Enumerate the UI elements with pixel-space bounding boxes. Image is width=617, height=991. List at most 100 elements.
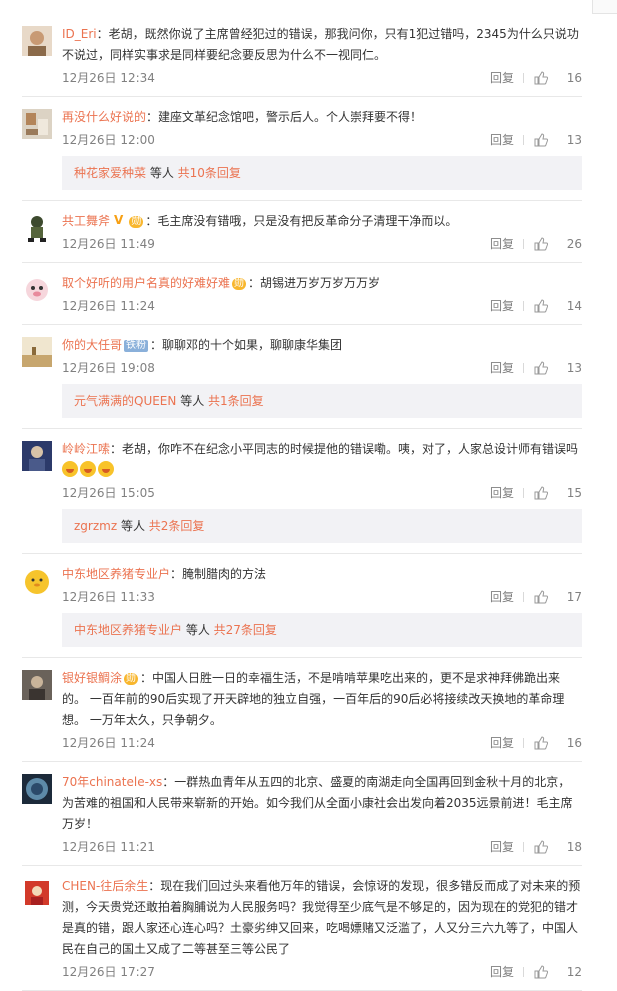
like-count: 26	[566, 237, 582, 251]
like-count: 16	[566, 736, 582, 750]
username-link[interactable]: 取个好听的用户名真的好难好难	[62, 276, 230, 290]
like-count: 17	[566, 590, 582, 604]
comment-item: 你的大任哥 铁粉 ：聊聊邓的十个如果，聊聊康华集团 12月26日 19:08 回复 …	[22, 325, 582, 429]
comment-time: 12月26日 15:05	[62, 486, 155, 500]
medal-badge: 勋	[232, 278, 247, 290]
comment-item: 中东地区养猪专业户：腌制腊肉的方法 12月26日 11:33 回复 17 中东地…	[22, 554, 582, 658]
divider	[523, 738, 524, 748]
sub-reply-mid: 等人	[182, 623, 214, 637]
comment-meta: 12月26日 11:33 回复 17	[62, 585, 582, 609]
comment-item: ID_Eri：老胡，既然你说了主席曾经犯过的错误，那我问你，只有1犯过错吗，23…	[22, 14, 582, 97]
comment-time: 12月26日 11:49	[62, 237, 155, 251]
sub-reply-total-link[interactable]: 共1条回复	[208, 394, 264, 408]
comment-time: 12月26日 17:27	[62, 965, 155, 979]
sub-reply-mid: 等人	[117, 519, 149, 533]
avatar-image	[22, 275, 52, 305]
avatar[interactable]	[22, 566, 52, 596]
reply-button[interactable]: 回复	[490, 960, 514, 984]
reply-button[interactable]: 回复	[490, 356, 514, 380]
reply-button[interactable]: 回复	[490, 835, 514, 859]
comment-content: ：建座文革纪念馆吧，警示后人。个人崇拜要不得！	[146, 110, 423, 124]
comment-item: CHEN-往后余生：现在我们回过头来看他万年的错误，会惊讶的发现，很多错反而成了…	[22, 866, 582, 991]
comment-item: 取个好听的用户名真的好难好难勋：胡锡进万岁万岁万万岁 12月26日 11:24 …	[22, 263, 582, 325]
comment-text: ID_Eri：老胡，既然你说了主席曾经犯过的错误，那我问你，只有1犯过错吗，23…	[62, 24, 582, 66]
comment-content: ：毛主席没有错哦，只是没有把反革命分子清理干净而以。	[145, 214, 458, 228]
comment-meta: 12月26日 17:27 回复 12	[62, 960, 582, 984]
avatar[interactable]	[22, 774, 52, 804]
sub-reply-user[interactable]: zgrzmz	[74, 519, 117, 533]
reply-button[interactable]: 回复	[490, 731, 514, 755]
comment-content: ：胡锡进万岁万岁万万岁	[248, 276, 381, 290]
sub-reply-summary[interactable]: 种花家爱种菜 等人 共10条回复	[62, 156, 582, 190]
fan-badge: 铁粉	[124, 340, 149, 352]
avatar-image	[22, 441, 52, 471]
sub-reply-mid: 等人	[146, 166, 178, 180]
like-count: 13	[566, 133, 582, 147]
sub-reply-user[interactable]: 元气满满的QUEEN	[74, 394, 176, 408]
comment-time: 12月26日 19:08	[62, 361, 155, 375]
sub-reply-total-link[interactable]: 共2条回复	[149, 519, 205, 533]
reply-button[interactable]: 回复	[490, 128, 514, 152]
comment-time: 12月26日 11:33	[62, 590, 155, 604]
like-count: 13	[566, 361, 582, 375]
comment-list: ID_Eri：老胡，既然你说了主席曾经犯过的错误，那我问你，只有1犯过错吗，23…	[0, 14, 600, 991]
username-link[interactable]: ID_Eri	[62, 27, 97, 41]
divider	[523, 842, 524, 852]
avatar[interactable]	[22, 441, 52, 471]
divider	[523, 239, 524, 249]
username-link[interactable]: 共工舞斧	[62, 214, 110, 228]
thumb-up-icon	[534, 965, 548, 979]
comment-text: 银好银鲷涂勋：中国人日胜一日的幸福生活，不是啃啃苹果吃出来的，更不是求神拜佛跪出…	[62, 668, 582, 731]
reply-button[interactable]: 回复	[490, 232, 514, 256]
window-corner	[592, 0, 617, 14]
sub-reply-user[interactable]: 种花家爱种菜	[74, 166, 146, 180]
divider	[523, 592, 524, 602]
reply-button[interactable]: 回复	[490, 481, 514, 505]
avatar[interactable]	[22, 109, 52, 139]
avatar[interactable]	[22, 26, 52, 56]
comment-time: 12月26日 12:00	[62, 133, 155, 147]
avatar[interactable]	[22, 337, 52, 367]
like-count: 15	[566, 486, 582, 500]
username-link[interactable]: 岭岭江嗦	[62, 442, 110, 456]
thumb-up-icon	[534, 736, 548, 750]
divider	[523, 135, 524, 145]
sub-reply-summary[interactable]: zgrzmz 等人 共2条回复	[62, 509, 582, 543]
comment-time: 12月26日 11:21	[62, 840, 155, 854]
username-link[interactable]: CHEN-往后余生	[62, 879, 148, 893]
comment-time: 12月26日 11:24	[62, 299, 155, 313]
comment-meta: 12月26日 11:49 回复 26	[62, 232, 582, 256]
avatar[interactable]	[22, 213, 52, 243]
username-link[interactable]: 70年chinatele-xs	[62, 775, 162, 789]
reply-button[interactable]: 回复	[490, 294, 514, 318]
like-count: 14	[566, 299, 582, 313]
username-link[interactable]: 中东地区养猪专业户	[62, 567, 170, 581]
username-link[interactable]: 银好银鲷涂	[62, 671, 122, 685]
like-count: 12	[566, 965, 582, 979]
username-link[interactable]: 你的大任哥	[62, 338, 122, 352]
reply-button[interactable]: 回复	[490, 66, 514, 90]
avatar[interactable]	[22, 275, 52, 305]
sub-reply-summary[interactable]: 中东地区养猪专业户 等人 共27条回复	[62, 613, 582, 647]
comment-text: 你的大任哥 铁粉 ：聊聊邓的十个如果，聊聊康华集团	[62, 335, 582, 356]
medal-badge: 勋	[129, 216, 144, 228]
verified-badge: V	[114, 213, 124, 227]
thumb-up-icon	[534, 299, 548, 313]
divider	[523, 301, 524, 311]
username-link[interactable]: 再没什么好说的	[62, 110, 146, 124]
divider	[523, 73, 524, 83]
thumb-up-icon	[534, 590, 548, 604]
avatar-image	[22, 566, 52, 596]
sub-reply-total-link[interactable]: 共10条回复	[178, 166, 241, 180]
comment-text: 共工舞斧 V 勋：毛主席没有错哦，只是没有把反革命分子清理干净而以。	[62, 211, 582, 232]
comment-item: 再没什么好说的：建座文革纪念馆吧，警示后人。个人崇拜要不得！ 12月26日 12…	[22, 97, 582, 201]
divider	[523, 967, 524, 977]
comment-item: 共工舞斧 V 勋：毛主席没有错哦，只是没有把反革命分子清理干净而以。 12月26日 …	[22, 201, 582, 263]
sub-reply-total-link[interactable]: 共27条回复	[214, 623, 277, 637]
reply-button[interactable]: 回复	[490, 585, 514, 609]
comment-time: 12月26日 11:24	[62, 736, 155, 750]
avatar[interactable]	[22, 670, 52, 700]
laugh-cry-emoji-icon	[62, 461, 78, 477]
sub-reply-summary[interactable]: 元气满满的QUEEN 等人 共1条回复	[62, 384, 582, 418]
sub-reply-user[interactable]: 中东地区养猪专业户	[74, 623, 182, 637]
